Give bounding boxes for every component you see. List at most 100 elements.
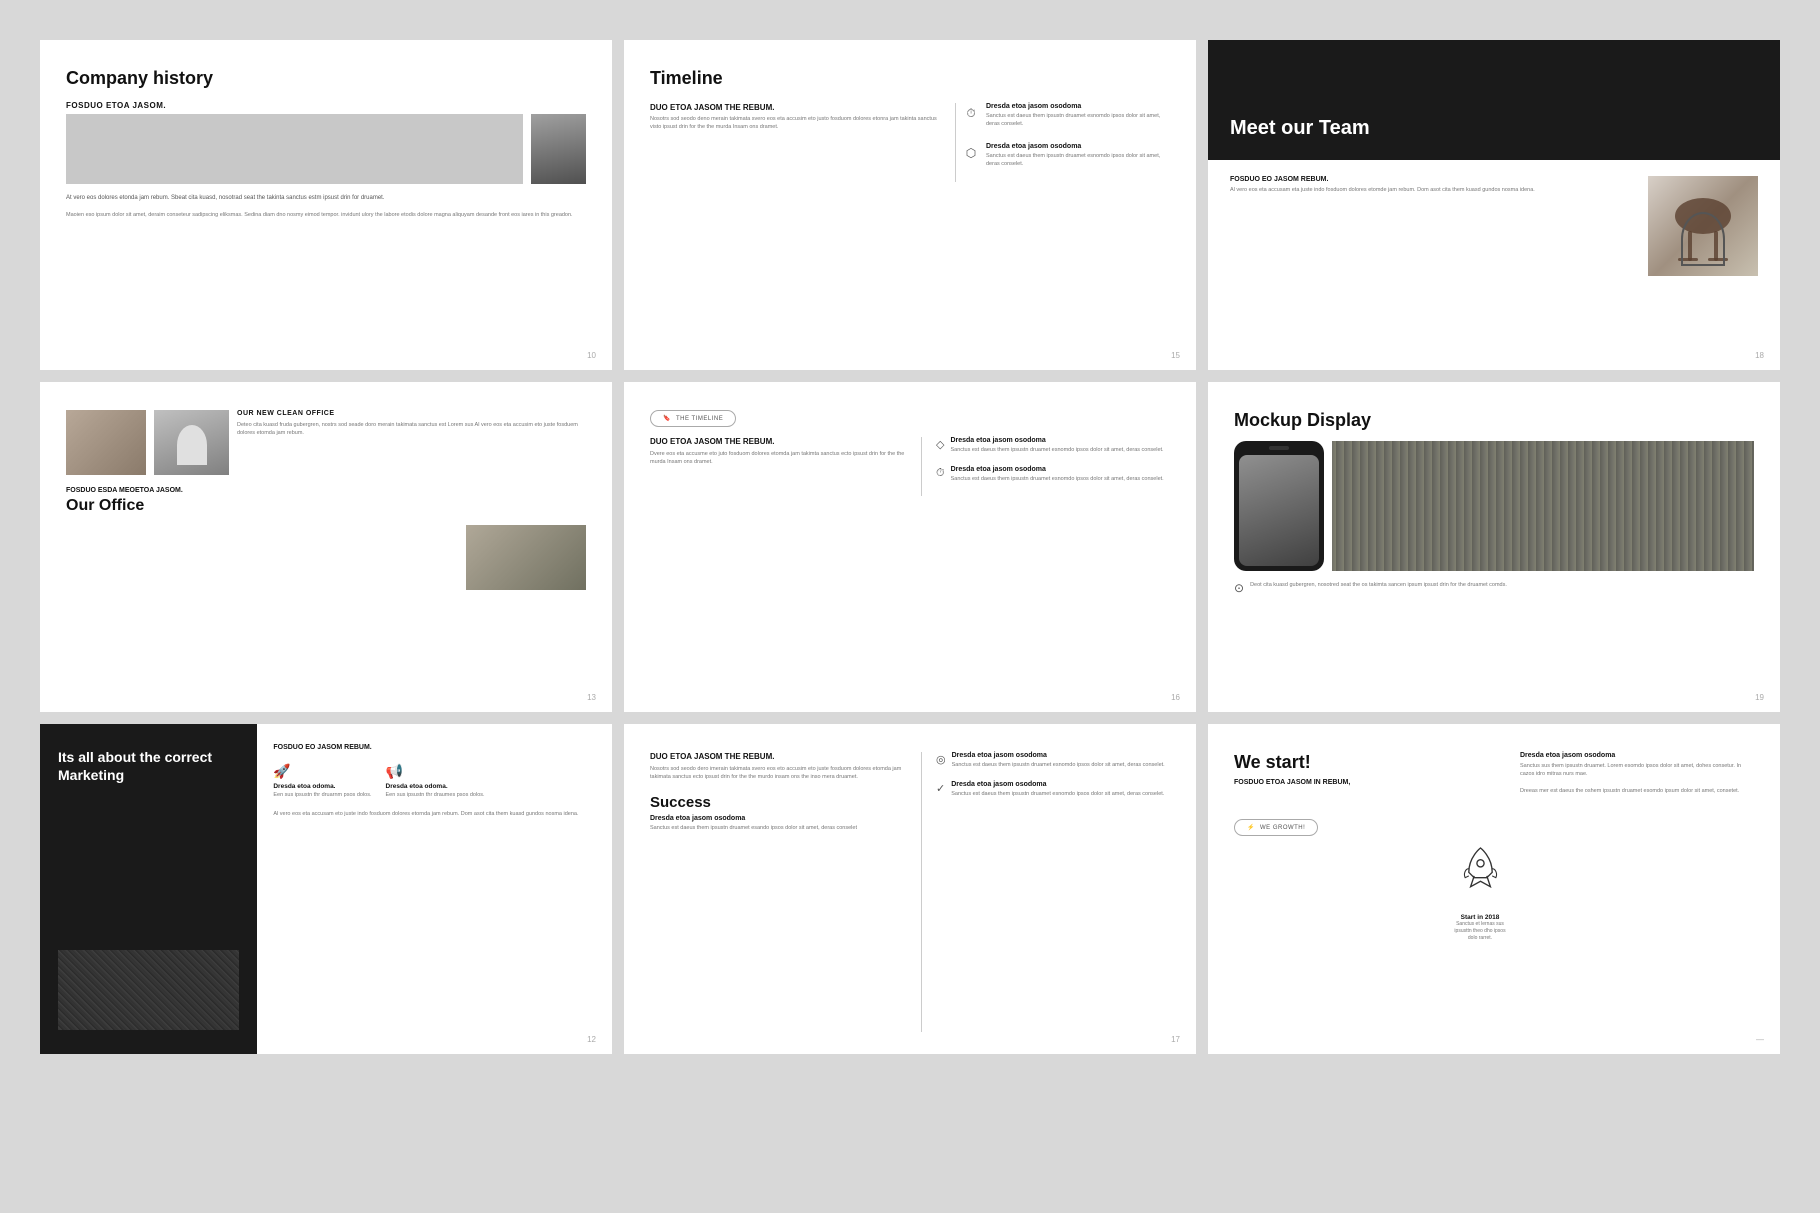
slide6-check-row: ⊙ Deot cita kuasd gubergren, nosotred se… [1234,581,1754,595]
slide-mockup: Mockup Display ⊙ Deot cita kuasd gubergr… [1208,382,1780,712]
slide4-number: 13 [587,693,596,702]
slide2-title: Timeline [650,68,1170,89]
slide7-bottom-text: Al vero eos eta accusam eto juste indo f… [273,810,596,818]
slide5-r-title-2: Dresda etoa jasom osodoma [951,466,1164,473]
slide3-title: Meet our Team [1230,116,1758,140]
slide9-middle: Start in 2018 Sanctus et lernas sus ipsu… [1450,752,1510,1032]
slide2-number: 15 [1171,351,1180,360]
rocket-icon-1: 🚀 [273,763,371,780]
slide4-bottom-image [466,525,586,590]
slide8-icon-circle: ◎ [936,753,946,769]
slide5-timeline-btn: 🔖 THE TIMELINE [650,410,736,427]
slide7-fosduo: FOSDUO EO JASOM REBUM. [273,744,596,751]
slide-our-office: OUR NEW CLEAN OFFICE Deteo cita kuasd fr… [40,382,612,712]
slide7-number: 12 [587,1035,596,1044]
slide9-year-body: Sanctus et lernas sus ipsusttn theo dho … [1450,921,1510,942]
slide9-start-year: Start in 2018 [1461,914,1500,921]
slide9-we-start: We start! [1234,752,1440,773]
slide1-number: 10 [587,351,596,360]
slide5-right-item-2: ⏱ Dresda etoa jasom osodoma Sanctus est … [936,466,1170,483]
slide4-fosduo: FOSDUO ESDA MEOETOA JASOM. [66,487,586,494]
slide-marketing: Its all about the correct Marketing FOSD… [40,724,612,1054]
slide9-start-button[interactable]: ⚡ WE GROWTH! [1234,819,1318,836]
slide2-right-item-2: ⬡ Dresda etoa jasom osodoma Sanctus est … [962,143,1170,169]
slide8-r-title-2: Dresda etoa jasom osodoma [951,781,1164,788]
slide6-building-image [1332,441,1754,571]
slide8-r-body-1: Sanctus est daeus them ipsustn druamet e… [952,761,1165,769]
slide9-left: We start! FOSDUO ETOA JASOM IN REBUM, ⚡ … [1234,752,1440,1032]
slide8-heading: DUO ETOA JASOM THE REBUM. [650,752,907,761]
slide6-phone [1234,441,1324,571]
slide5-r-title-1: Dresda etoa jasom osodoma [950,437,1163,444]
slide2-r-body-1: Sanctus est daeus them ipsustn druamet e… [986,112,1170,129]
slide4-office-heading: OUR NEW CLEAN OFFICE [237,410,586,417]
slide5-heading: DUO ETOA JASOM THE REBUM. [650,437,907,446]
rocket-svg [1458,843,1503,898]
slide1-title: Company history [66,68,586,89]
rocket-icon-large [1458,843,1503,906]
slide9-btn-label: WE GROWTH! [1260,825,1305,831]
slide8-r-title-1: Dresda etoa jasom osodoma [952,752,1165,759]
slide8-success-body: Sanctus est daeus them ipsustn druamet e… [650,824,907,832]
slide7-icon2-title: Dresda etoa odoma. [386,783,485,790]
slide7-icons-row: 🚀 Dresda etoa odoma. Een sus ipsustn thr… [273,763,596,800]
slide8-body: Nosotrs sod seodo dero imerain takimata … [650,765,907,782]
slide2-icon-clock: ⏱ [962,104,980,122]
slide5-icon-clock: ⏱ [936,467,945,483]
slide9-number: — [1756,1035,1764,1044]
slide2-r-body-2: Sanctus est daeus them ipsustn druamet e… [986,152,1170,169]
chair-svg [1648,176,1758,276]
slide8-success: Success [650,794,907,811]
slide7-marketing-image [58,950,239,1030]
slide4-image-texture [66,410,146,475]
slide9-right: Dresda etoa jasom osodoma Sanctus sus th… [1520,752,1754,1032]
slide8-icon-check: ✓ [936,782,945,798]
slide5-number: 16 [1171,693,1180,702]
slide8-r-body-2: Sanctus est daeus them ipsustn druamet e… [951,790,1164,798]
slide7-icon1-body: Een sus ipsustn thr druarnm psos dolos. [273,792,371,800]
slide6-phone-screen [1239,455,1319,566]
slide7-icon2-body: Een sus ipsustn thr draumes psos dolos. [386,792,485,800]
slide2-left-heading: DUO ETOA JASOM THE REBUM. [650,103,939,112]
slide7-icon-col-1: 🚀 Dresda etoa odoma. Een sus ipsustn thr… [273,763,371,800]
slide7-icon-col-2: 📢 Dresda etoa odoma. Een sus ipsustn thr… [386,763,485,800]
slide-grid: Company history FOSDUO ETOA JASOM. At ve… [40,40,1780,1054]
slide-company-history: Company history FOSDUO ETOA JASOM. At ve… [40,40,612,370]
slide7-right-section: FOSDUO EO JASOM REBUM. 🚀 Dresda etoa odo… [257,724,612,1054]
slide3-top-section: Meet our Team [1208,40,1780,160]
slide9-r-title: Dresda etoa jasom osodoma [1520,752,1754,759]
slide3-chair-image [1648,176,1758,276]
bookmark-icon: 🔖 [663,415,671,422]
slide5-r-body-1: Sanctus est daeus them ipsustn druamet e… [950,446,1163,454]
slide2-r-title-2: Dresda etoa jasom osodoma [986,143,1170,150]
slide6-title: Mockup Display [1234,410,1754,431]
slide1-image-portrait [531,114,586,184]
slide6-check-text: Deot cita kuasd gubergren, nosotred seat… [1250,581,1507,589]
slide-success: DUO ETOA JASOM THE REBUM. Nosotrs sod se… [624,724,1196,1054]
slide5-right-item-1: ◇ Dresda etoa jasom osodoma Sanctus est … [936,437,1170,454]
slide1-image-building [66,114,523,184]
slide1-subtitle: FOSDUO ETOA JASOM. [66,101,586,110]
slide4-image-person [154,410,229,475]
slide9-r-body2: Dreeas mer est daeus the oshem ipsustn d… [1520,787,1754,795]
slide5-r-body-2: Sanctus est daeus them ipsustn druamet e… [951,475,1164,483]
slide7-marketing-title: Its all about the correct Marketing [58,748,239,784]
slide6-number: 19 [1755,693,1764,702]
slide5-body: Dvere eos eta accusme eto juto fosduom d… [650,450,907,467]
lightning-icon: ⚡ [1247,824,1255,831]
slide8-right-item-1: ◎ Dresda etoa jasom osodoma Sanctus est … [936,752,1170,769]
slide9-r-body1: Sanctus sus them ipsustn druamet. Lorem … [1520,762,1754,779]
slide7-icon1-title: Dresda etoa odoma. [273,783,371,790]
slide-we-start: We start! FOSDUO ETOA JASOM IN REBUM, ⚡ … [1208,724,1780,1054]
slide7-left-section: Its all about the correct Marketing [40,724,257,1054]
slide3-bottom-section: FOSDUO EO JASOM REBUM. Al vero eos eta a… [1208,160,1780,370]
slide3-body: Al vero eos eta accusam eta juste indo f… [1230,186,1636,194]
slide3-number: 18 [1755,351,1764,360]
slide4-our-office: Our Office [66,497,586,515]
slide-timeline1: Timeline DUO ETOA JASOM THE REBUM. Nosot… [624,40,1196,370]
slide5-icon-diamond: ◇ [936,438,944,454]
slide-meet-team: Meet our Team FOSDUO EO JASOM REBUM. Al … [1208,40,1780,370]
check-circle-icon: ⊙ [1234,581,1244,595]
slide2-right-item-1: ⏱ Dresda etoa jasom osodoma Sanctus est … [962,103,1170,129]
slide1-body2: Maoien eso ipsum dolor sit amet, deraim … [66,211,586,220]
